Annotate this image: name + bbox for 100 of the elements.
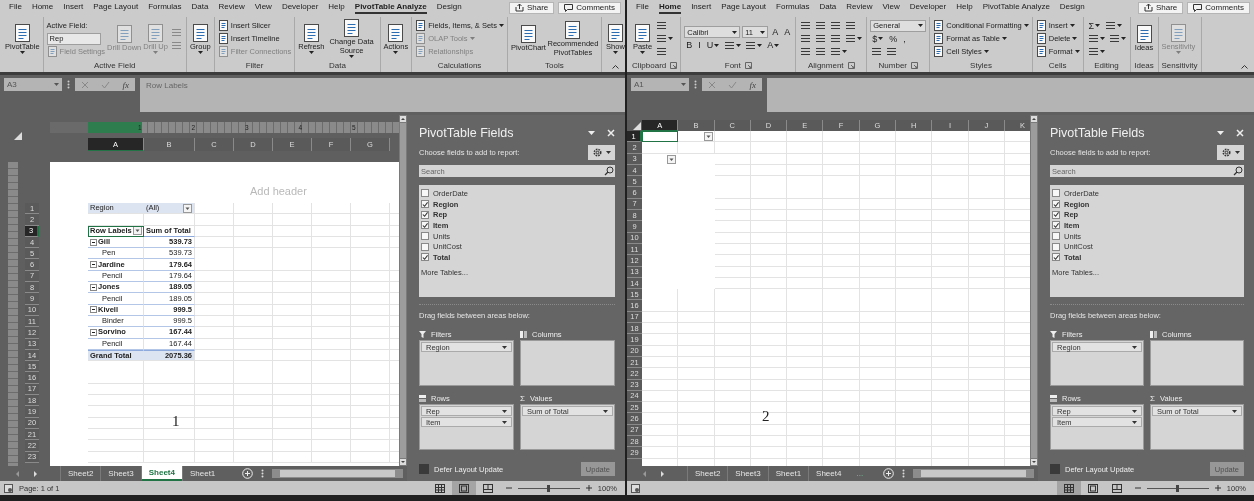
toolbar-button[interactable] xyxy=(655,32,674,45)
checkbox[interactable] xyxy=(421,232,429,241)
close-icon[interactable] xyxy=(1236,129,1244,137)
menu-tab[interactable]: Developer xyxy=(909,1,947,14)
style-button[interactable]: U xyxy=(704,39,722,51)
scroll-up-icon[interactable] xyxy=(1031,116,1037,122)
style-button[interactable]: % xyxy=(887,32,900,45)
checkbox[interactable] xyxy=(1050,464,1060,474)
toolbar-button[interactable] xyxy=(744,39,764,51)
menu-tab[interactable]: File xyxy=(9,1,22,14)
style-button[interactable]: , xyxy=(901,32,908,45)
toolbar-button[interactable] xyxy=(1104,19,1124,32)
style-button[interactable]: A xyxy=(770,26,781,38)
slider-thumb[interactable] xyxy=(1176,484,1180,492)
more-icon[interactable] xyxy=(261,469,265,478)
menu-tab[interactable]: PivotTable Analyze xyxy=(982,1,1050,14)
menu-tab[interactable]: Page Layout xyxy=(93,1,139,14)
style-button[interactable]: $ xyxy=(870,32,886,45)
dialog-launcher-icon[interactable] xyxy=(670,62,678,69)
menu-tab[interactable]: Formulas xyxy=(776,1,810,14)
menu-tab[interactable]: Page Layout xyxy=(721,1,767,14)
style-button[interactable]: Σ xyxy=(1086,19,1103,32)
toolbar-button[interactable] xyxy=(799,19,813,32)
add-sheet-icon[interactable] xyxy=(883,468,895,479)
tools-button[interactable] xyxy=(588,144,615,160)
checkbox[interactable] xyxy=(419,464,429,474)
add-sheet-icon[interactable] xyxy=(242,468,254,479)
more-tabs-link[interactable]: ... xyxy=(856,469,864,478)
checkbox[interactable] xyxy=(1052,221,1060,230)
dropdown-icon[interactable] xyxy=(132,226,142,236)
menu-tab[interactable]: Data xyxy=(191,1,209,14)
dropdown-icon[interactable] xyxy=(667,154,677,164)
scroll-right-icon[interactable] xyxy=(660,470,665,477)
toolbar-button[interactable] xyxy=(655,19,668,32)
select-all-icon[interactable] xyxy=(14,132,22,140)
search-icon[interactable] xyxy=(603,165,615,177)
menu-tab[interactable]: View xyxy=(254,1,272,14)
toolbar-button[interactable] xyxy=(723,39,743,51)
style-button[interactable]: I xyxy=(696,39,703,51)
zoom-in-icon[interactable] xyxy=(585,485,592,491)
checkbox[interactable] xyxy=(1052,189,1060,198)
scroll-right-icon[interactable] xyxy=(33,470,38,477)
page-layout-view-button[interactable] xyxy=(451,481,476,495)
scroll-down-icon[interactable] xyxy=(400,459,406,465)
checkbox[interactable] xyxy=(421,221,429,230)
more-icon[interactable] xyxy=(694,80,697,89)
collapse-icon[interactable] xyxy=(90,238,97,246)
share-button[interactable]: Share xyxy=(1137,1,1184,14)
checkbox[interactable] xyxy=(1052,200,1060,209)
dialog-launcher-icon[interactable] xyxy=(847,62,855,69)
name-box[interactable]: A3 xyxy=(4,78,62,91)
horizontal-scrollbar[interactable] xyxy=(272,469,403,478)
menu-tab[interactable]: Insert xyxy=(691,1,712,14)
menu-tab[interactable]: View xyxy=(882,1,900,14)
toolbar-button[interactable] xyxy=(1086,32,1106,45)
checkbox[interactable] xyxy=(421,210,429,219)
dialog-launcher-icon[interactable] xyxy=(744,62,752,69)
toolbar-button[interactable] xyxy=(1086,45,1106,58)
collapse-icon[interactable] xyxy=(90,283,97,291)
toolbar-button[interactable] xyxy=(814,32,828,45)
menu-tab[interactable]: Review xyxy=(218,1,245,14)
toolbar-button[interactable] xyxy=(655,45,668,58)
collapse-ribbon-icon[interactable] xyxy=(612,65,619,69)
toolbar-button[interactable] xyxy=(885,45,899,58)
slider-thumb[interactable] xyxy=(547,484,551,492)
scroll-up-icon[interactable] xyxy=(400,116,406,122)
search-icon[interactable] xyxy=(1232,165,1244,177)
caret-icon[interactable] xyxy=(588,131,595,135)
style-button[interactable]: A xyxy=(765,39,782,51)
insert-function-button[interactable]: fx xyxy=(122,79,129,90)
toolbar-button[interactable] xyxy=(1107,32,1127,45)
menu-tab[interactable]: Developer xyxy=(281,1,319,14)
toolbar-button[interactable] xyxy=(870,45,884,58)
toolbar-button[interactable] xyxy=(814,45,828,58)
tools-button[interactable] xyxy=(1217,144,1244,160)
checkbox[interactable] xyxy=(1052,210,1060,219)
sheet-icon[interactable] xyxy=(4,483,13,493)
menu-tab[interactable]: Formulas xyxy=(148,1,182,14)
toolbar-button[interactable] xyxy=(844,19,858,32)
menu-tab[interactable]: Help xyxy=(956,1,973,14)
caret-icon[interactable] xyxy=(1217,131,1224,135)
toolbar-button[interactable] xyxy=(814,19,828,32)
checkbox[interactable] xyxy=(421,189,429,198)
toolbar-button[interactable] xyxy=(799,32,813,45)
sheet-icon[interactable] xyxy=(631,483,640,493)
collapse-icon[interactable] xyxy=(90,261,97,269)
sheet-tab[interactable]: Sheet4 xyxy=(140,466,182,481)
more-icon[interactable] xyxy=(67,80,70,89)
toolbar-button[interactable] xyxy=(829,45,849,58)
scroll-down-icon[interactable] xyxy=(1031,459,1037,465)
formula-field[interactable] xyxy=(767,78,1254,112)
menu-tab[interactable]: Help xyxy=(328,1,345,14)
name-box[interactable]: A1 xyxy=(631,78,689,91)
horizontal-scrollbar[interactable] xyxy=(913,469,1034,478)
comments-button[interactable]: Comments xyxy=(558,1,621,14)
vertical-scrollbar[interactable] xyxy=(1030,115,1038,466)
vertical-scrollbar[interactable] xyxy=(399,115,407,466)
menu-tab[interactable]: Design xyxy=(1059,1,1085,14)
menu-tab[interactable]: File xyxy=(636,1,649,14)
share-button[interactable]: Share xyxy=(508,1,555,14)
